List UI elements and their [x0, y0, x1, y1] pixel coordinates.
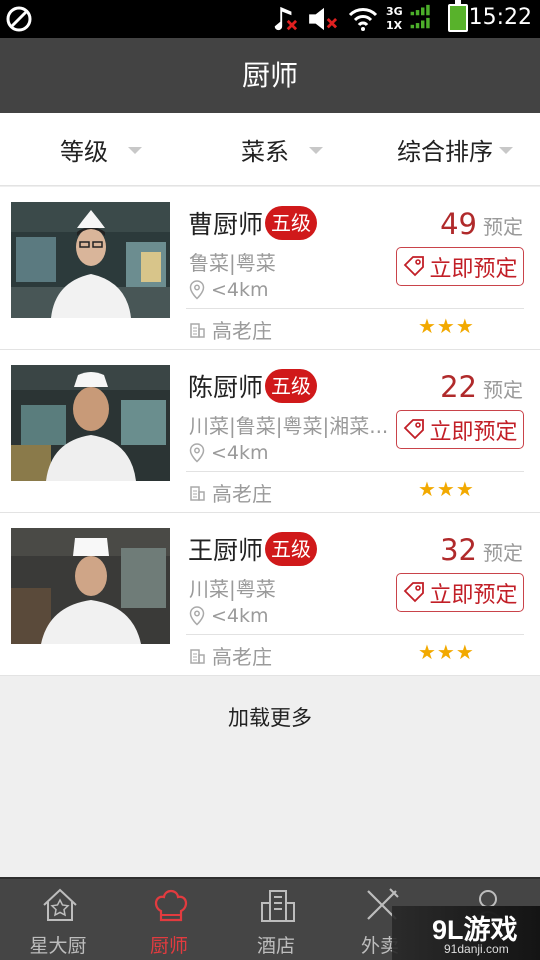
chef-card[interactable]: 曹厨师 五级 鲁菜|粤菜 <4km 49 预定 立即预定 高老庄 ★★★ — [0, 187, 540, 350]
status-bar: 3G 1X 15:22 — [0, 0, 540, 38]
chef-photo[interactable] — [11, 365, 170, 481]
rating-stars: ★★★ — [418, 477, 475, 501]
chef-photo[interactable] — [11, 528, 170, 644]
chef-cuisine: 川菜|鲁菜|粤菜|湘菜... — [189, 414, 389, 438]
chef-photo[interactable] — [11, 202, 170, 318]
network-type-1x: 1X — [386, 19, 403, 32]
building-icon — [190, 485, 205, 501]
chef-distance: <4km — [211, 279, 269, 301]
chef-location: 高老庄 — [212, 482, 272, 506]
booking-count: 49 — [440, 207, 477, 241]
divider — [186, 634, 524, 635]
rating-stars: ★★★ — [418, 640, 475, 664]
filter-level[interactable]: 等级 — [60, 113, 142, 186]
book-now-button[interactable]: 立即预定 — [396, 573, 524, 612]
nav-label: 酒店 — [256, 935, 295, 957]
filter-cuisine-label: 菜系 — [241, 138, 289, 166]
chef-name: 曹厨师 — [188, 210, 264, 239]
watermark-url: 91danji.com — [444, 942, 509, 956]
chef-name: 王厨师 — [188, 536, 264, 565]
watermark: 9L游戏 91danji.com — [392, 906, 540, 960]
chevron-down-icon — [309, 147, 323, 154]
clock: 15:22 — [468, 5, 532, 30]
title-bar: 厨师 — [0, 38, 540, 113]
booking-count-label: 预定 — [483, 215, 523, 239]
chef-cuisine: 鲁菜|粤菜 — [189, 251, 276, 275]
house-star-icon — [43, 888, 77, 921]
book-now-label: 立即预定 — [429, 419, 518, 445]
tag-icon — [404, 581, 425, 602]
book-now-label: 立即预定 — [429, 256, 518, 282]
load-more-button[interactable]: 加载更多 — [0, 676, 540, 760]
tag-icon — [404, 255, 425, 276]
chef-location: 高老庄 — [212, 645, 272, 669]
nav-label: 星大厨 — [29, 935, 87, 957]
filter-sort-label: 综合排序 — [397, 138, 493, 166]
battery-icon — [448, 0, 468, 32]
building-icon — [261, 890, 295, 922]
chef-card[interactable]: 王厨师 五级 川菜|粤菜 <4km 32 预定 立即预定 高老庄 ★★★ — [0, 513, 540, 676]
volume-muted-icon — [309, 7, 338, 31]
nav-label: 厨师 — [149, 935, 188, 957]
chef-distance: <4km — [211, 442, 269, 464]
chef-list: 曹厨师 五级 鲁菜|粤菜 <4km 49 预定 立即预定 高老庄 ★★★ 陈厨师… — [0, 187, 540, 676]
building-icon — [190, 322, 205, 338]
location-pin-icon — [189, 280, 205, 300]
signal-icon — [410, 4, 430, 29]
page-title: 厨师 — [241, 59, 298, 92]
chevron-down-icon — [499, 147, 513, 154]
chef-location: 高老庄 — [212, 319, 272, 343]
filter-sort[interactable]: 综合排序 — [397, 113, 513, 186]
chef-name: 陈厨师 — [188, 373, 264, 402]
nav-item-chef[interactable]: 厨师 — [115, 879, 223, 960]
location-pin-icon — [189, 606, 205, 626]
filter-bar: 等级 菜系 综合排序 — [0, 113, 540, 186]
filter-cuisine[interactable]: 菜系 — [241, 113, 323, 186]
book-now-button[interactable]: 立即预定 — [396, 247, 524, 286]
nav-item-hotel[interactable]: 酒店 — [222, 879, 330, 960]
divider — [186, 308, 524, 309]
booking-count-label: 预定 — [483, 378, 523, 402]
chef-cuisine: 川菜|粤菜 — [189, 577, 276, 601]
booking-count-label: 预定 — [483, 541, 523, 565]
booking-count: 22 — [440, 370, 477, 404]
music-muted-icon — [274, 6, 298, 31]
tag-icon — [404, 418, 425, 439]
chef-hat-icon — [154, 889, 188, 922]
chef-distance: <4km — [211, 605, 269, 627]
filter-level-label: 等级 — [60, 138, 108, 166]
chef-card[interactable]: 陈厨师 五级 川菜|鲁菜|粤菜|湘菜... <4km 22 预定 立即预定 高老… — [0, 350, 540, 513]
level-badge: 五级 — [265, 532, 318, 566]
rating-stars: ★★★ — [418, 314, 475, 338]
booking-count: 32 — [440, 533, 477, 567]
book-now-button[interactable]: 立即预定 — [396, 410, 524, 449]
level-badge: 五级 — [265, 206, 318, 240]
wifi-icon — [348, 8, 378, 31]
level-badge: 五级 — [265, 369, 318, 403]
building-icon — [190, 648, 205, 664]
blocked-icon — [6, 6, 32, 32]
divider — [186, 471, 524, 472]
network-type-3g: 3G — [386, 5, 403, 18]
location-pin-icon — [189, 443, 205, 463]
chevron-down-icon — [128, 147, 142, 154]
book-now-label: 立即预定 — [429, 582, 518, 608]
nav-item-home[interactable]: 星大厨 — [4, 879, 112, 960]
